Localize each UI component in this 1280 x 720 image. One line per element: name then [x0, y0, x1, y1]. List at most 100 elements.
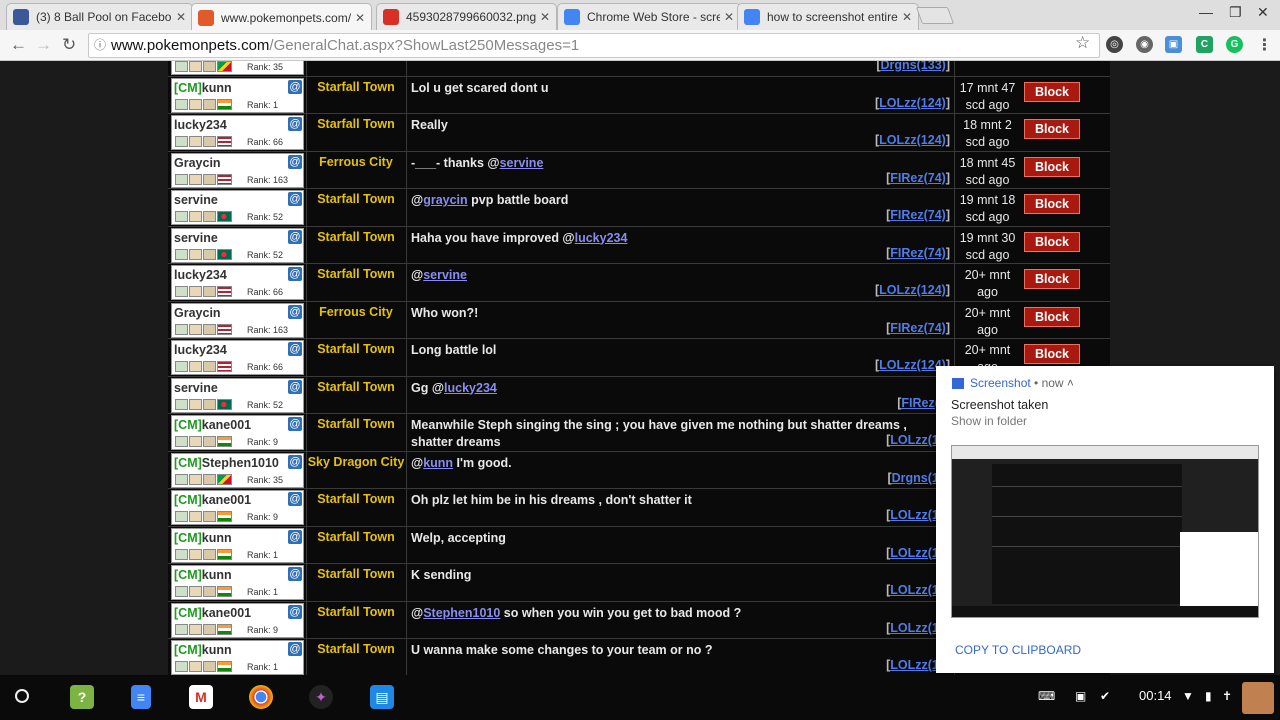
mention-user-button[interactable]: @: [288, 304, 302, 319]
mention-user-button[interactable]: @: [288, 117, 302, 131]
username[interactable]: [CM]kunn: [174, 568, 232, 582]
battery-icon[interactable]: ▮: [1205, 689, 1212, 703]
username[interactable]: [CM]kunn: [174, 643, 232, 657]
mail-icon[interactable]: [175, 173, 188, 185]
trade-icon[interactable]: [189, 323, 202, 335]
username[interactable]: [CM]kane001: [174, 493, 251, 507]
trade-icon[interactable]: [189, 398, 202, 410]
mention-user-button[interactable]: @: [288, 529, 302, 544]
moderator-link[interactable]: FIRez(74): [890, 208, 946, 222]
trade-icon[interactable]: [189, 361, 202, 372]
moderator-link[interactable]: FIRez(74): [890, 246, 946, 260]
check-icon[interactable]: ✔: [1100, 689, 1110, 703]
mention-link[interactable]: lucky234: [575, 231, 628, 245]
mail-icon[interactable]: [175, 136, 188, 147]
block-button[interactable]: Block: [1024, 306, 1080, 327]
username[interactable]: [CM]kunn: [174, 81, 232, 95]
bookmark-star-icon[interactable]: ☆: [1075, 33, 1090, 53]
mail-icon[interactable]: [175, 98, 188, 110]
screenshot-extension-icon[interactable]: ▣: [1165, 36, 1182, 53]
moderator-link[interactable]: FIRez(74): [890, 171, 946, 185]
forward-icon[interactable]: →: [35, 35, 52, 55]
username[interactable]: servine: [174, 381, 218, 395]
battle-icon[interactable]: [203, 548, 216, 560]
battle-icon[interactable]: [203, 98, 216, 110]
battle-icon[interactable]: [203, 323, 216, 335]
chevron-up-icon[interactable]: ˄: [1064, 376, 1074, 390]
moderator-link[interactable]: LOLzz(124): [879, 133, 946, 147]
trade-icon[interactable]: [189, 61, 202, 72]
mention-user-button[interactable]: @: [288, 567, 302, 581]
username[interactable]: lucky234: [174, 343, 227, 357]
close-tab-icon[interactable]: ✕: [724, 10, 734, 24]
game-app-icon[interactable]: ✦: [309, 685, 333, 709]
battle-icon[interactable]: [203, 436, 216, 447]
username[interactable]: Graycin: [174, 306, 221, 320]
battle-icon[interactable]: [203, 361, 216, 372]
minimize-icon[interactable]: —: [1199, 4, 1213, 20]
trade-icon[interactable]: [189, 473, 202, 485]
block-button[interactable]: Block: [1024, 156, 1080, 177]
grammarly-icon[interactable]: G: [1226, 36, 1243, 53]
username[interactable]: lucky234: [174, 118, 227, 132]
battle-icon[interactable]: [203, 211, 216, 222]
battle-icon[interactable]: [203, 286, 216, 297]
mail-icon[interactable]: [175, 623, 188, 635]
new-tab-button[interactable]: [915, 7, 955, 24]
username[interactable]: servine: [174, 193, 218, 207]
address-bar[interactable]: ⓘ www.pokemonpets.com/GeneralChat.aspx?S…: [88, 33, 1100, 58]
mention-user-button[interactable]: @: [288, 342, 302, 356]
mail-icon[interactable]: [175, 61, 188, 72]
username[interactable]: Graycin: [174, 156, 221, 170]
battle-icon[interactable]: [203, 248, 216, 260]
username[interactable]: lucky234: [174, 268, 227, 282]
block-button[interactable]: Block: [1024, 231, 1080, 252]
mention-user-button[interactable]: @: [288, 154, 302, 169]
mention-link[interactable]: servine: [423, 268, 467, 282]
mail-icon[interactable]: [175, 323, 188, 335]
trade-icon[interactable]: [189, 623, 202, 635]
mention-user-button[interactable]: @: [288, 229, 302, 244]
block-button[interactable]: Block: [1024, 81, 1080, 102]
launcher-icon[interactable]: [15, 689, 29, 703]
close-tab-icon[interactable]: ✕: [355, 11, 365, 25]
files-app-icon[interactable]: ▤: [370, 685, 394, 709]
battle-icon[interactable]: [203, 136, 216, 147]
clock[interactable]: 00:14: [1139, 688, 1172, 703]
block-button[interactable]: Block: [1024, 269, 1080, 289]
mail-icon[interactable]: [175, 661, 188, 672]
tab-4[interactable]: how to screenshot entire ✕: [737, 3, 919, 30]
chrome-app-icon[interactable]: [249, 685, 273, 709]
mention-link[interactable]: Stephen1010: [423, 606, 500, 620]
trade-icon[interactable]: [189, 511, 202, 522]
trade-icon[interactable]: [189, 661, 202, 672]
mention-user-button[interactable]: @: [288, 192, 302, 206]
battle-icon[interactable]: [203, 173, 216, 185]
mail-icon[interactable]: [175, 398, 188, 410]
mention-link[interactable]: kunn: [423, 456, 453, 470]
c-extension-icon[interactable]: C: [1196, 36, 1213, 53]
eye-extension-icon[interactable]: ◉: [1136, 36, 1153, 53]
username[interactable]: [CM]Stephen1010: [174, 456, 279, 470]
tab-2[interactable]: 4593028799660032.png ✕: [376, 3, 557, 30]
mention-user-button[interactable]: @: [288, 379, 302, 394]
trade-icon[interactable]: [189, 286, 202, 297]
moderator-link[interactable]: LOLzz(124): [879, 283, 946, 297]
reload-icon[interactable]: ↻: [62, 35, 76, 55]
mail-icon[interactable]: [175, 211, 188, 222]
mention-user-button[interactable]: @: [288, 604, 302, 619]
menu-dots-icon[interactable]: ⋮: [1256, 36, 1273, 54]
mention-link[interactable]: lucky234: [444, 381, 497, 395]
username[interactable]: [CM]kane001: [174, 606, 251, 620]
mail-icon[interactable]: [175, 248, 188, 260]
user-avatar[interactable]: [1242, 682, 1274, 714]
mail-icon[interactable]: [175, 436, 188, 447]
close-window-icon[interactable]: ✕: [1257, 4, 1269, 21]
trade-icon[interactable]: [189, 136, 202, 147]
accessibility-icon[interactable]: ✝: [1222, 689, 1232, 703]
trade-icon[interactable]: [189, 586, 202, 597]
mail-icon[interactable]: [175, 286, 188, 297]
battle-icon[interactable]: [203, 661, 216, 672]
username[interactable]: [CM]kunn: [174, 531, 232, 545]
block-button[interactable]: Block: [1024, 194, 1080, 214]
